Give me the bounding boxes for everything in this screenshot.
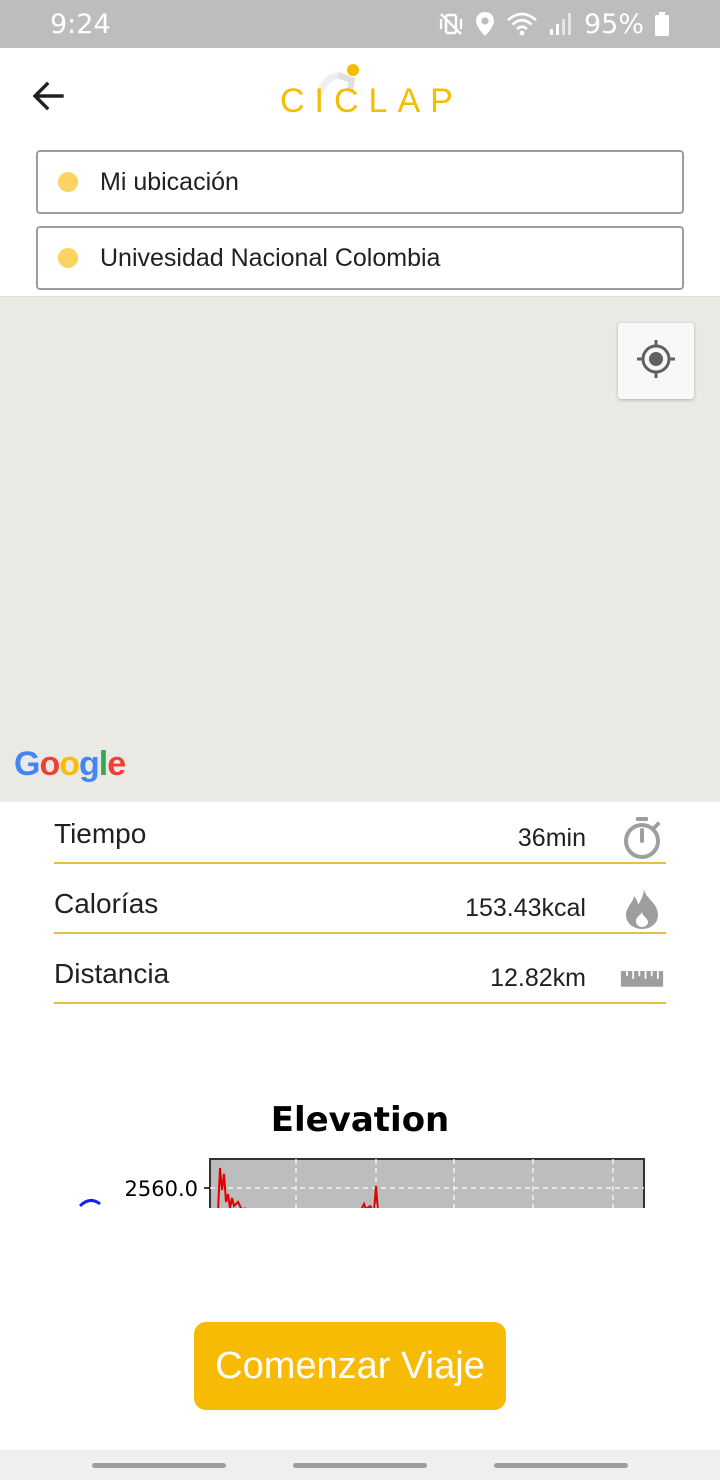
destination-dot-icon xyxy=(58,248,78,268)
stat-value: 36min xyxy=(517,824,586,852)
origin-text: Mi ubicación xyxy=(100,167,239,196)
y-tick-label: 2560.0 xyxy=(125,1177,198,1201)
google-attribution: Google xyxy=(14,745,126,783)
stat-value: 12.82km xyxy=(490,964,586,992)
stat-row-distancia: Distancia 12.82km xyxy=(54,942,666,1004)
status-time: 9:24 xyxy=(50,8,111,40)
mute-vibrate-icon xyxy=(438,11,464,37)
destination-text: Univesidad Nacional Colombia xyxy=(100,243,441,272)
wifi-icon xyxy=(506,11,538,37)
stat-row-tiempo: Tiempo 36min xyxy=(54,802,666,864)
signal-icon xyxy=(548,11,574,37)
nav-home-button[interactable] xyxy=(293,1463,427,1468)
battery-percentage: 95% xyxy=(583,8,644,40)
flame-icon xyxy=(620,886,664,930)
start-trip-button[interactable]: Comenzar Viaje xyxy=(194,1322,506,1410)
logo-text: CICLAP xyxy=(280,82,463,120)
nav-recents-button[interactable] xyxy=(92,1463,226,1468)
map-view[interactable]: Google xyxy=(0,296,720,802)
stopwatch-icon xyxy=(620,816,664,860)
stat-label: Calorías xyxy=(54,888,159,919)
ruler-icon xyxy=(620,956,664,1000)
y-axis-glyph xyxy=(78,1199,101,1208)
screen: 9:24 95% CICLAP Mi ubicación Univesidad … xyxy=(0,0,720,1480)
chart-plot: 2560.0 xyxy=(78,1158,645,1208)
plot-area xyxy=(209,1158,645,1208)
location-icon xyxy=(474,11,496,37)
battery-icon xyxy=(654,11,670,37)
status-bar: 9:24 95% xyxy=(0,0,720,48)
back-button[interactable] xyxy=(24,74,72,122)
my-location-icon xyxy=(635,338,677,385)
stat-row-calorias: Calorías 153.43kcal xyxy=(54,872,666,934)
status-icons: 95% xyxy=(438,9,670,40)
start-trip-label: Comenzar Viaje xyxy=(215,1344,485,1387)
app-bar: CICLAP xyxy=(0,48,720,144)
arrow-left-icon xyxy=(30,78,66,119)
stat-label: Distancia xyxy=(54,958,170,989)
nav-back-button[interactable] xyxy=(494,1463,628,1468)
destination-field[interactable]: Univesidad Nacional Colombia xyxy=(36,226,684,290)
stat-value: 153.43kcal xyxy=(465,894,586,922)
elevation-chart: Elevation 2560.0 xyxy=(0,1090,720,1208)
my-location-button[interactable] xyxy=(618,323,694,399)
origin-field[interactable]: Mi ubicación xyxy=(36,150,684,214)
origin-dot-icon xyxy=(58,172,78,192)
system-nav-bar xyxy=(0,1450,720,1480)
stat-label: Tiempo xyxy=(54,818,147,849)
ciclap-logo: CICLAP xyxy=(280,62,453,122)
